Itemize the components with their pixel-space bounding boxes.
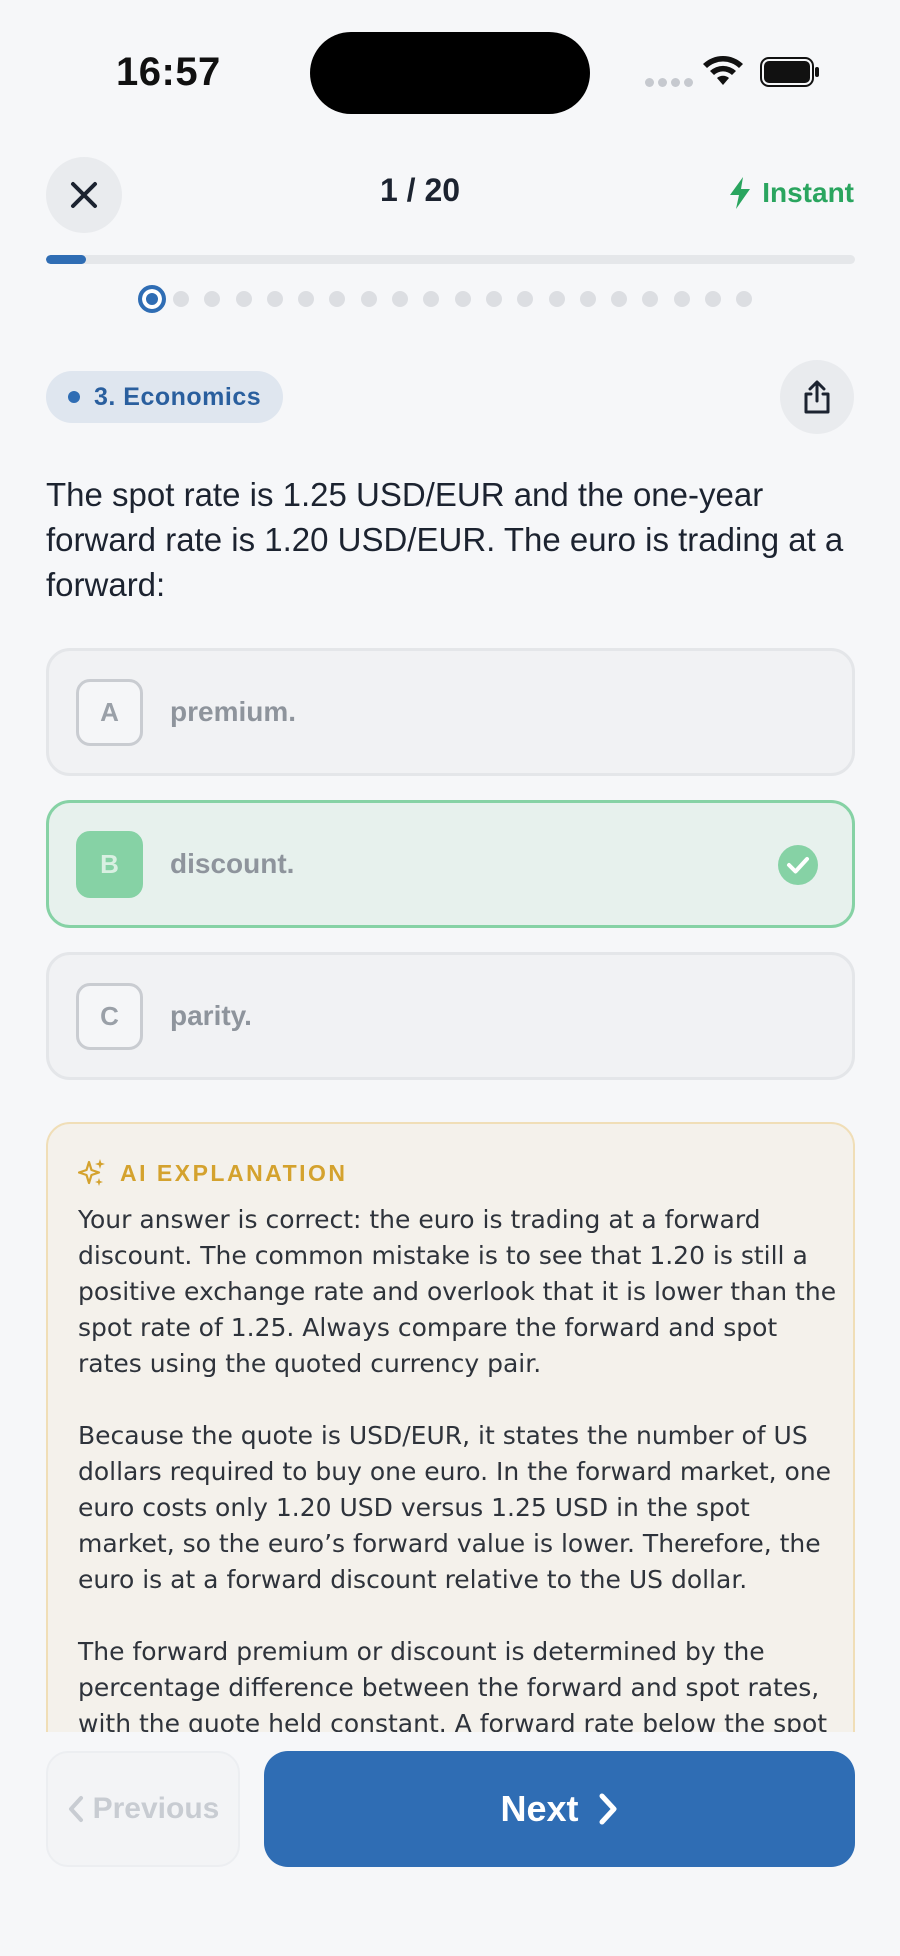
- question-dot[interactable]: [204, 291, 221, 307]
- question-dot[interactable]: [548, 291, 565, 307]
- question-dot[interactable]: [673, 291, 690, 307]
- chevron-right-icon: [599, 1793, 617, 1825]
- topic-dot-icon: [68, 391, 80, 403]
- question-dot[interactable]: [736, 291, 753, 307]
- check-circle-icon: [778, 845, 818, 885]
- chevron-left-icon: [68, 1796, 83, 1822]
- mode-label: Instant: [762, 177, 854, 208]
- question-dot[interactable]: [611, 291, 628, 307]
- question-dot[interactable]: [423, 291, 440, 307]
- question-dot[interactable]: [454, 291, 471, 307]
- question-text: The spot rate is 1.25 USD/EUR and the on…: [46, 476, 844, 603]
- question-dot[interactable]: [579, 291, 596, 307]
- next-label: Next: [500, 1788, 579, 1829]
- option-c[interactable]: C parity.: [46, 952, 855, 1080]
- explanation-body: Your answer is correct: the euro is trad…: [78, 1202, 838, 1778]
- question-dot[interactable]: [173, 291, 189, 307]
- question-dot[interactable]: [266, 291, 283, 307]
- question-navigator: [138, 284, 768, 314]
- question-dot[interactable]: [392, 291, 409, 307]
- question-dot[interactable]: [517, 291, 534, 307]
- option-text: parity.: [170, 1000, 252, 1031]
- share-button[interactable]: [780, 360, 854, 434]
- question-dot[interactable]: [298, 291, 315, 307]
- explanation-paragraph: Your answer is correct: the euro is trad…: [78, 1205, 837, 1378]
- cellular-signal-icon: [645, 78, 693, 87]
- question-dot[interactable]: [485, 291, 502, 307]
- topic-label: 3. Economics: [94, 382, 262, 411]
- option-text: discount.: [170, 848, 295, 879]
- question-dot[interactable]: [138, 285, 166, 313]
- instant-mode-badge[interactable]: Instant: [728, 176, 854, 210]
- option-letter: A: [76, 678, 143, 746]
- sparkles-icon: [78, 1159, 105, 1186]
- question-dot[interactable]: [642, 291, 659, 307]
- status-bar: 16:57: [0, 0, 900, 150]
- question-dot[interactable]: [235, 291, 252, 307]
- explanation-paragraph: Because the quote is USD/EUR, it states …: [78, 1421, 832, 1594]
- previous-label: Previous: [92, 1792, 220, 1825]
- progress-bar: [46, 255, 855, 264]
- question-dot[interactable]: [360, 291, 377, 307]
- previous-button[interactable]: Previous: [46, 1751, 240, 1867]
- option-text: premium.: [170, 696, 297, 727]
- next-button[interactable]: Next: [264, 1751, 855, 1867]
- question-dot[interactable]: [705, 291, 722, 307]
- explanation-paragraph: The forward premium or discount is deter…: [78, 1637, 828, 1738]
- lightning-icon: [730, 177, 751, 209]
- option-letter: B: [76, 830, 143, 898]
- explanation-header: AI EXPLANATION: [78, 1158, 348, 1188]
- question-counter: 1 / 20: [379, 172, 461, 208]
- explanation-title: AI EXPLANATION: [120, 1159, 348, 1186]
- option-a[interactable]: A premium.: [46, 648, 855, 776]
- wifi-icon: [703, 56, 743, 85]
- share-icon: [804, 380, 830, 414]
- progress-bar-fill: [46, 255, 87, 264]
- option-b[interactable]: B discount.: [46, 800, 855, 928]
- status-time: 16:57: [116, 50, 221, 94]
- dynamic-island: [310, 32, 590, 114]
- question-dot[interactable]: [329, 291, 346, 307]
- option-letter: C: [76, 982, 143, 1050]
- close-icon: [71, 182, 97, 208]
- close-button[interactable]: [46, 157, 122, 233]
- topic-chip: 3. Economics: [46, 371, 284, 423]
- battery-icon: [760, 57, 819, 87]
